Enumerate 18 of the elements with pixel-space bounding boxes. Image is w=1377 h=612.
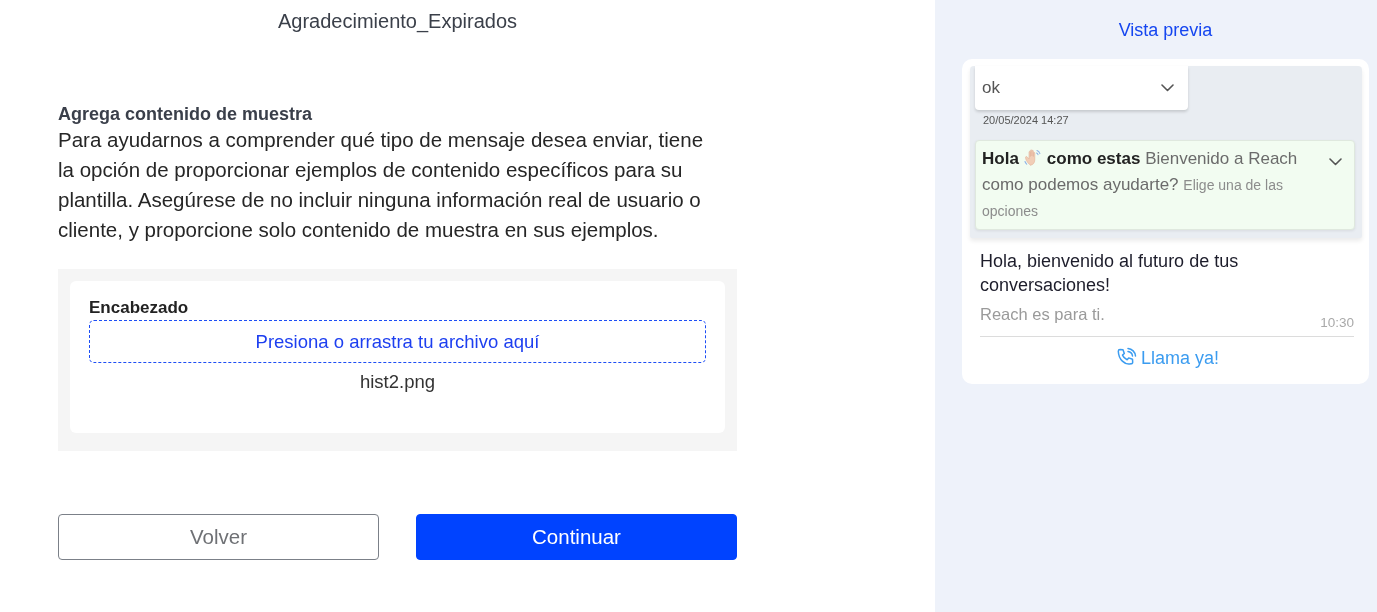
file-name-text: hist2.png	[358, 371, 437, 393]
preview-title: Vista previa	[1117, 19, 1214, 41]
description-text: Para ayudarnos a comprender qué tipo de mensaje desea enviar, tiene la opción de proporcionar ejemplos de contenido específicos para su plantilla. Asegúrese de no incluir ninguna información real de usuario o cliente, y proporcione solo contenido de muestra en sus ejemplos.	[58, 127, 705, 243]
timestamp-text: 20/05/2024 14:27	[983, 113, 1070, 127]
page-title: Agradecimiento_Expirados	[277, 10, 518, 32]
section-heading: Agrega contenido de muestra	[58, 103, 314, 125]
file-drop-zone[interactable]: Presiona o arrastra tu archivo aquí	[89, 320, 706, 363]
template-message-text: Hola como estas Bienvenido a Reach como podemos ayudarte? Elige una de las opciones	[982, 146, 1299, 221]
continue-button[interactable]: Continuar	[416, 514, 737, 560]
back-button[interactable]: Volver	[58, 514, 379, 560]
message-body-text: Hola, bienvenido al futuro de tus conversaciones!	[980, 250, 1240, 297]
message-footer-text: Reach es para ti.	[980, 304, 1105, 325]
field-label: Encabezado	[89, 298, 190, 318]
chevron-down-icon	[1161, 84, 1174, 92]
reply-text: ok	[982, 77, 1000, 100]
waving-hand-icon	[1022, 147, 1043, 167]
chevron-down-icon	[1329, 158, 1342, 166]
message-time-text: 10:30	[1320, 315, 1354, 331]
